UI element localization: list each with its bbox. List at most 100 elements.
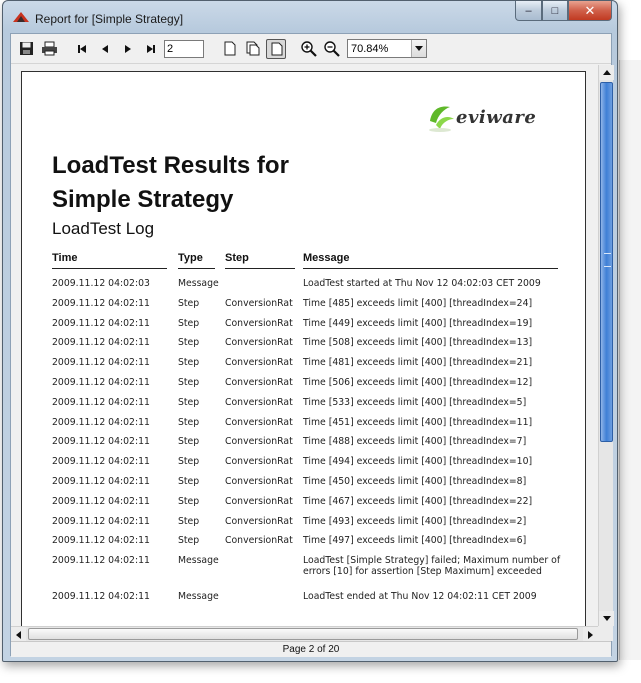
scroll-grip [604,253,611,267]
status-bar: Page 2 of 20 [11,641,611,657]
maximize-button[interactable]: □ [542,1,568,21]
scroll-down-button[interactable] [599,611,614,626]
cell-time: 2009.11.12 04:02:11 [52,591,150,603]
print-button[interactable] [39,39,59,59]
cell-message: LoadTest [Simple Strategy] failed; Maxim… [303,555,561,578]
cell-step: ConversionRat [225,357,293,369]
cell-step: ConversionRat [225,416,293,428]
close-button[interactable]: ✕ [568,1,612,21]
cell-step: ConversionRat [225,317,293,329]
first-page-button[interactable] [72,39,92,59]
cell-type: Message [178,555,219,567]
cell-type: Step [178,376,200,388]
zoom-select[interactable]: 70.84% [347,39,427,58]
cell-time: 2009.11.12 04:02:03 [52,278,150,289]
report-window: Report for [Simple Strategy] – □ ✕ 2 70.… [2,0,618,662]
page-indicator: Page 2 of 20 [282,644,340,655]
table-row: 2009.11.12 04:02:11 Message LoadTest end… [52,591,558,611]
scroll-up-button[interactable] [599,65,614,80]
zoom-in-icon [301,40,317,57]
prev-page-icon [102,44,108,53]
next-page-icon [125,44,131,53]
next-page-button[interactable] [118,39,138,59]
cell-time: 2009.11.12 04:02:11 [52,297,150,309]
table-row: 2009.11.12 04:02:11 Message LoadTest [Si… [52,555,560,591]
cell-message: Time [533] exceeds limit [400] [threadIn… [303,396,527,408]
zoom-out-button[interactable] [322,39,342,59]
minimize-button[interactable]: – [515,1,542,21]
page-number-input[interactable]: 2 [164,39,204,58]
table-row: 2009.11.12 04:02:11 Step ConversionRat T… [52,318,558,338]
prev-page-button[interactable] [95,39,115,59]
cell-message: Time [449] exceeds limit [400] [threadIn… [303,317,533,329]
cell-step: ConversionRat [225,376,293,388]
first-page-icon [78,44,86,53]
cell-time: 2009.11.12 04:02:11 [52,357,150,369]
cell-message: Time [450] exceeds limit [400] [threadIn… [303,475,527,487]
cell-step: ConversionRat [225,515,293,527]
save-icon [19,42,33,55]
title-bar[interactable]: Report for [Simple Strategy] – □ ✕ [3,1,617,33]
cell-time: 2009.11.12 04:02:11 [52,337,150,349]
cell-message: Time [451] exceeds limit [400] [threadIn… [303,416,533,428]
report-title: LoadTest Results for Simple Strategy [52,152,289,213]
continuous-pages-icon [271,42,282,56]
table-row: 2009.11.12 04:02:11 Step ConversionRat T… [52,496,558,516]
cell-message: Time [494] exceeds limit [400] [threadIn… [303,456,533,468]
horizontal-scrollbar[interactable] [11,626,598,642]
table-row: 2009.11.12 04:02:11 Step ConversionRat T… [52,397,558,417]
scrollbar-corner [598,626,613,641]
cell-type: Step [178,475,200,487]
cell-type: Message [178,278,219,289]
cell-type: Step [178,515,200,527]
column-header-time: Time [52,252,167,269]
save-button[interactable] [16,39,36,59]
cell-type: Step [178,337,200,349]
cell-step: ConversionRat [225,535,293,547]
zoom-dropdown-button[interactable] [411,40,426,57]
report-viewport[interactable]: eviware LoadTest Results for Simple Stra… [11,65,597,626]
horizontal-scroll-thumb[interactable] [28,628,578,640]
cell-step: ConversionRat [225,436,293,448]
last-page-button[interactable] [141,39,161,59]
cell-time: 2009.11.12 04:02:11 [52,456,150,468]
table-row: 2009.11.12 04:02:11 Step ConversionRat T… [52,476,558,496]
cell-type: Step [178,456,200,468]
cell-time: 2009.11.12 04:02:11 [52,475,150,487]
scroll-up-icon [602,70,611,75]
window-title: Report for [Simple Strategy] [35,12,184,26]
app-icon [13,12,29,22]
table-row: 2009.11.12 04:02:11 Step ConversionRat T… [52,456,558,476]
logo-text: eviware [456,107,537,128]
vertical-scroll-thumb[interactable] [600,82,613,442]
cell-message: LoadTest started at Thu Nov 12 04:02:03 … [303,278,541,289]
chevron-down-icon [415,46,423,51]
log-table-body: 2009.11.12 04:02:03 Message LoadTest sta… [52,278,560,611]
cell-message: LoadTest ended at Thu Nov 12 04:02:11 CE… [303,591,537,603]
cell-message: Time [467] exceeds limit [400] [threadIn… [303,495,533,507]
cell-time: 2009.11.12 04:02:11 [52,376,150,388]
zoom-in-button[interactable] [299,39,319,59]
column-header-step: Step [225,252,295,269]
cell-type: Step [178,317,200,329]
facing-pages-button[interactable] [243,39,263,59]
scroll-left-icon [16,630,21,639]
cell-time: 2009.11.12 04:02:11 [52,515,150,527]
cell-type: Step [178,436,200,448]
column-header-type: Type [178,252,215,269]
cell-time: 2009.11.12 04:02:11 [52,555,150,567]
cell-message: Time [488] exceeds limit [400] [threadIn… [303,436,527,448]
cell-type: Step [178,495,200,507]
table-row: 2009.11.12 04:02:11 Step ConversionRat T… [52,417,558,437]
scroll-left-button[interactable] [11,627,26,642]
continuous-pages-button[interactable] [266,38,286,59]
vertical-scrollbar[interactable] [598,65,614,626]
print-icon [41,41,57,56]
cell-time: 2009.11.12 04:02:11 [52,396,150,408]
single-page-icon [224,41,236,56]
single-page-button[interactable] [220,39,240,59]
table-row: 2009.11.12 04:02:11 Step ConversionRat T… [52,357,558,377]
scroll-right-button[interactable] [583,627,598,642]
cell-time: 2009.11.12 04:02:11 [52,416,150,428]
cell-message: Time [485] exceeds limit [400] [threadIn… [303,297,533,309]
